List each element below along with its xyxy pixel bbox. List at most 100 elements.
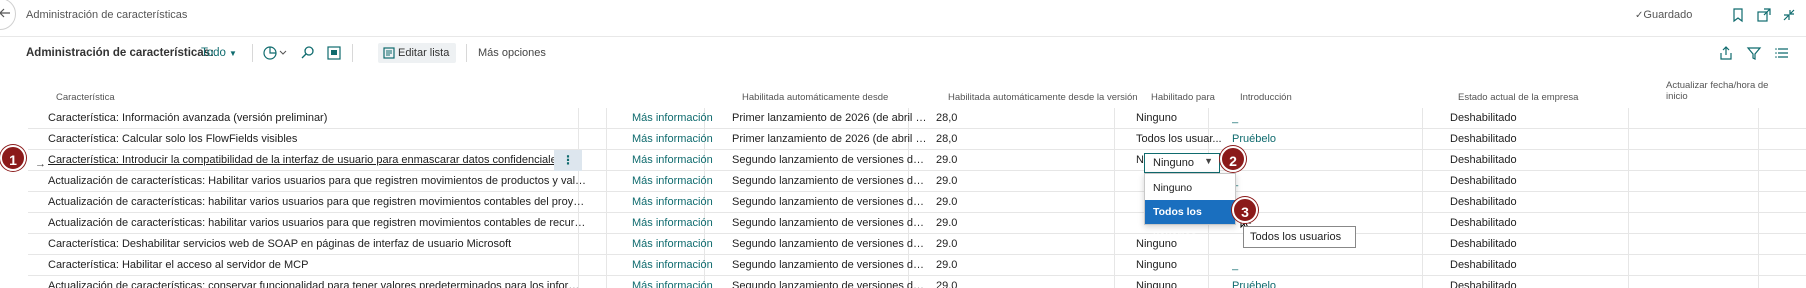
column-header-company-status[interactable]: Estado actual de la empresa [1458,92,1578,103]
filter-view-dropdown[interactable]: Todo ▼ [201,47,237,59]
cell-intro[interactable]: _ [1232,108,1432,129]
cell-feature[interactable]: Actualización de características: habili… [48,213,588,234]
cell-more-info[interactable]: Más información [632,192,742,213]
arrow-left-icon [0,8,10,18]
table-row[interactable]: Actualización de características: habili… [28,192,1806,213]
cell-version: 29.0 [936,175,958,187]
cell-feature[interactable]: Actualización de características: Habili… [48,171,588,192]
cell-enabled-for[interactable]: Ninguno [1136,255,1228,276]
header-divider [0,36,1806,37]
table-row[interactable]: Característica: Calcular solo los FlowFi… [28,129,1806,150]
table-row[interactable]: Actualización de características: Habili… [28,171,1806,192]
saved-status: ✓Guardado [1635,9,1693,21]
filter-icon[interactable] [1746,45,1762,61]
table-row[interactable]: Característica: Introducir la compatibil… [28,150,1806,171]
column-divider [1758,150,1759,171]
column-header-introduction[interactable]: Introducción [1240,92,1292,103]
cell-more-info[interactable]: Más información [632,129,742,150]
back-button[interactable] [0,0,16,30]
cell-intro[interactable]: Pruébelo [1232,129,1432,150]
cell-version: 29.0 [936,217,958,229]
cell-version: 29.0 [936,259,958,271]
cell-auto-from: Primer lanzamiento de 2026 (de abril a s… [732,112,928,124]
cell-enabled-for[interactable]: Ninguno [1136,276,1228,288]
cell-version: 29.0 [936,238,958,250]
open-new-window-icon[interactable] [1756,7,1772,23]
cell-auto-from: Segundo lanzamiento de versiones de 2... [732,217,928,229]
cell-intro[interactable] [1232,150,1432,171]
column-divider [1758,129,1759,150]
edit-list-button[interactable]: Editar lista [378,43,456,63]
page-title: Administración de características [26,9,188,21]
page-header: Administración de características ✓Guard… [0,0,1806,30]
option-ninguno[interactable]: Ninguno [1145,176,1235,200]
cell-more-info[interactable]: Más información [632,234,742,255]
column-divider [606,255,607,276]
table-row[interactable]: Característica: Habilitar el acceso al s… [28,255,1806,276]
cell-auto-from: Segundo lanzamiento de versiones de 2... [732,259,928,271]
table-row[interactable]: Característica: Deshabilitar servicios w… [28,234,1806,255]
column-header-enabled-for[interactable]: Habilitado para [1151,92,1215,103]
column-header-auto-enabled-version[interactable]: Habilitada automáticamente desde la vers… [948,92,1138,103]
cell-auto-from: Segundo lanzamiento de versiones de 2... [732,280,928,288]
cell-status: Deshabilitado [1450,133,1517,145]
table-row[interactable]: Actualización de características: habili… [28,213,1806,234]
table-row[interactable]: Actualización de características: conser… [28,276,1806,288]
analysis-mode-icon[interactable] [262,45,288,61]
column-divider [606,234,607,255]
row-actions-icon[interactable]: ⋮ [554,150,582,171]
new-row-icon[interactable] [326,45,342,61]
chevron-down-icon: ▼ [228,49,237,58]
cell-enabled-for[interactable]: Todos los usuar... [1136,129,1228,150]
cell-feature[interactable]: Característica: Calcular solo los FlowFi… [48,129,588,150]
list-view-icon[interactable] [1774,45,1790,61]
edit-list-icon [383,47,395,59]
cell-feature[interactable]: Característica: Habilitar el acceso al s… [48,255,588,276]
cell-status: Deshabilitado [1450,238,1517,250]
cell-feature[interactable]: Característica: Introducir la compatibil… [48,150,588,171]
column-header-auto-enabled-from[interactable]: Habilitada automáticamente desde [742,92,888,103]
cell-intro[interactable]: _ [1232,255,1432,276]
cell-feature[interactable]: Actualización de características: conser… [48,276,588,288]
cell-more-info[interactable]: Más información [632,255,742,276]
column-divider [1758,108,1759,129]
cell-feature[interactable]: Actualización de características: habili… [48,192,588,213]
cell-auto-from: Segundo lanzamiento de versiones de 2... [732,238,928,250]
cell-intro[interactable]: _ [1232,171,1432,192]
chevron-down-icon: ▼ [1204,156,1213,166]
cell-auto-from: Primer lanzamiento de 2026 (de abril a s… [732,133,928,145]
cell-more-info[interactable]: Más información [632,213,742,234]
cell-intro[interactable] [1232,192,1432,213]
cell-version: 28,0 [936,133,958,145]
bookmark-icon[interactable] [1730,7,1746,23]
tooltip: Todos los usuarios [1243,226,1356,248]
table-row[interactable]: Característica: Información avanzada (ve… [28,108,1806,129]
cell-feature[interactable]: Característica: Información avanzada (ve… [48,108,588,129]
separator [466,44,467,62]
more-options-button[interactable]: Más opciones [478,47,546,59]
enabled-for-select[interactable]: Ninguno ▼ [1144,153,1220,173]
cell-auto-from: Segundo lanzamiento de versiones de 2... [732,175,928,187]
cell-enabled-for[interactable]: Ninguno [1136,108,1228,129]
column-header-feature[interactable]: Característica [56,92,115,103]
cell-more-info[interactable]: Más información [632,108,742,129]
cell-more-info[interactable]: Más información [632,171,742,192]
option-todos-los-usuarios[interactable]: Todos los usuarios [1145,200,1235,242]
column-divider [1758,213,1759,234]
cell-status: Deshabilitado [1450,259,1517,271]
column-divider [1758,255,1759,276]
action-bar: Administración de características: Todo ▼… [0,40,1806,66]
column-header-update-datetime[interactable]: Actualizar fecha/hora de inicio [1666,80,1784,102]
share-icon[interactable] [1718,45,1734,61]
cell-feature[interactable]: Característica: Deshabilitar servicios w… [48,234,588,255]
separator [252,44,253,62]
cell-more-info[interactable]: Más información [632,276,742,288]
list-caption: Administración de características: [26,47,214,59]
cell-more-info[interactable]: Más información [632,150,742,171]
column-divider [606,171,607,192]
search-icon[interactable] [300,45,316,61]
step-badge-3: 3 [1232,197,1258,223]
collapse-icon[interactable] [1781,7,1797,23]
cell-intro[interactable]: Pruébelo [1232,276,1432,288]
cell-status: Deshabilitado [1450,154,1517,166]
